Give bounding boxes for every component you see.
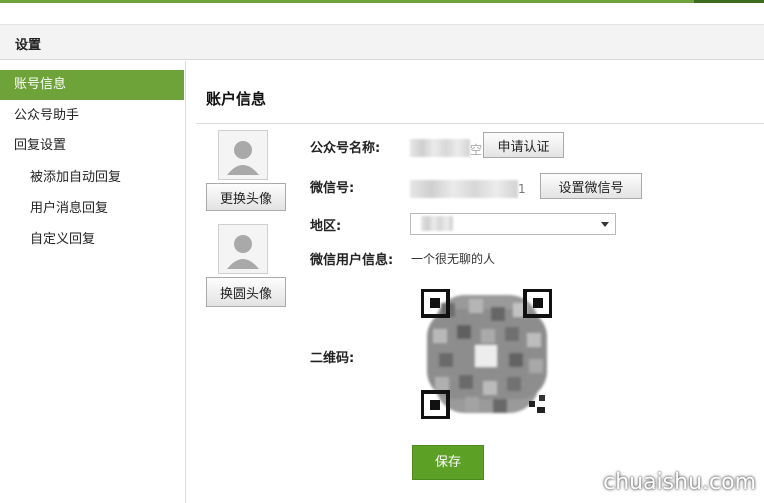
- sidebar-item-custom-reply[interactable]: 自定义回复: [0, 225, 184, 255]
- sidebar-item-assistant[interactable]: 公众号助手: [0, 101, 184, 131]
- qr-code-image: [421, 289, 552, 419]
- user-silhouette-icon: [219, 225, 267, 273]
- name-redacted: [410, 139, 470, 157]
- sidebar-item-auto-reply[interactable]: 被添加自动回复: [0, 163, 184, 193]
- wechat-id-redacted: [410, 180, 518, 198]
- wechat-id-suffix: 1: [518, 182, 526, 196]
- region-redacted: [421, 216, 453, 231]
- name-suffix: 空: [470, 143, 483, 157]
- section-divider: [196, 123, 764, 124]
- sidebar: 账号信息 公众号助手 回复设置 被添加自动回复 用户消息回复 自定义回复: [0, 61, 186, 503]
- save-button[interactable]: 保存: [412, 445, 484, 480]
- chevron-down-icon: [601, 222, 609, 227]
- change-avatar-button[interactable]: 更换头像: [206, 183, 286, 211]
- top-accent-bar-end: [694, 0, 764, 3]
- watermark: chuaishu.com: [603, 470, 756, 495]
- wechat-id-label: 微信号:: [310, 181, 355, 196]
- page-header: 设置: [0, 24, 764, 60]
- round-avatar: [218, 224, 268, 274]
- change-round-avatar-button[interactable]: 换圆头像: [206, 277, 286, 307]
- top-accent-bar: [0, 0, 764, 3]
- region-label: 地区:: [310, 219, 342, 234]
- qrcode-label: 二维码:: [310, 351, 355, 366]
- sidebar-item-message-reply[interactable]: 用户消息回复: [0, 194, 184, 224]
- sidebar-item-reply-settings[interactable]: 回复设置: [0, 131, 184, 161]
- user-silhouette-icon: [219, 131, 267, 179]
- user-info-value: 一个很无聊的人: [411, 252, 496, 266]
- sidebar-item-account-info[interactable]: 账号信息: [0, 70, 184, 100]
- name-label: 公众号名称:: [310, 141, 381, 156]
- user-info-label: 微信用户信息:: [310, 253, 394, 268]
- avatar: [218, 130, 268, 180]
- set-wechat-id-button[interactable]: 设置微信号: [540, 173, 642, 199]
- apply-verify-button[interactable]: 申请认证: [483, 132, 564, 158]
- page-title: 设置: [15, 38, 42, 53]
- section-title: 账户信息: [206, 90, 267, 108]
- region-select[interactable]: [410, 213, 616, 235]
